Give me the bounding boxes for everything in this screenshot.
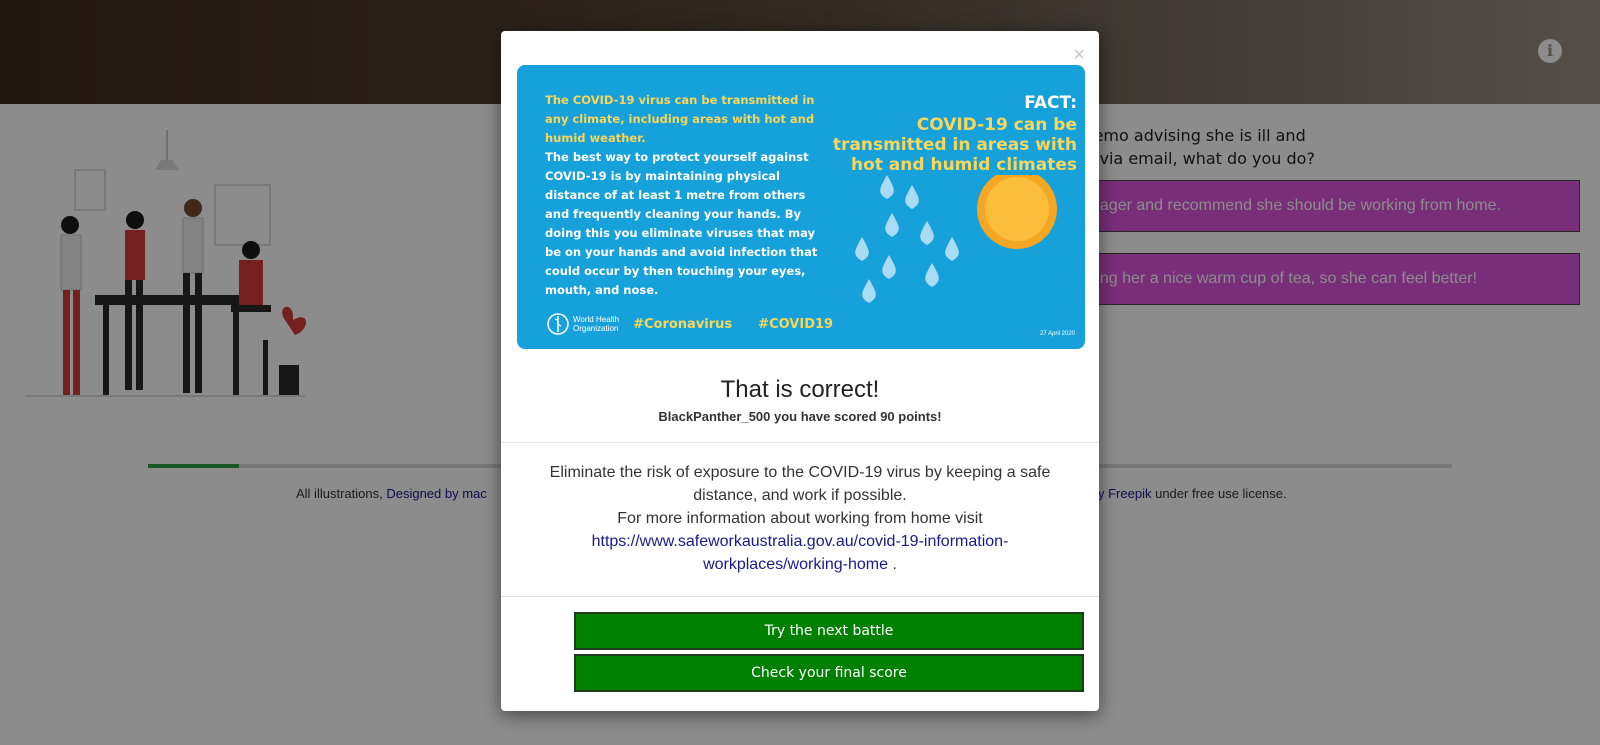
modal-divider-top [501, 442, 1099, 443]
who-name-line1: World Health [573, 315, 620, 324]
result-score: BlackPanther_500 you have scored 90 poin… [658, 409, 942, 424]
close-icon[interactable]: × [1073, 45, 1085, 65]
who-emblem-icon [547, 313, 569, 335]
poster-fact-headline: COVID-19 can be transmitted in areas wit… [832, 115, 1077, 175]
modal-message: Eliminate the risk of exposure to the CO… [531, 461, 1069, 576]
poster-text-yellow: The COVID-19 virus can be transmitted in… [545, 93, 815, 145]
poster-body: The COVID-19 virus can be transmitted in… [545, 91, 830, 300]
safework-link[interactable]: https://www.safeworkaustralia.gov.au/cov… [592, 533, 1009, 573]
modal-divider-bottom [501, 596, 1099, 597]
poster-hashtag-coronavirus: #Coronavirus [633, 316, 733, 332]
who-name-line2: Organization [573, 324, 619, 333]
raindrops-and-sun-icon [855, 175, 1057, 303]
result-modal: × The COVID-19 virus can be transmitted … [501, 31, 1099, 711]
message-line-2: For more information about working from … [617, 510, 983, 527]
message-line-1: Eliminate the risk of exposure to the CO… [549, 464, 1051, 504]
result-title: That is correct! [720, 376, 880, 403]
poster-footer: World Health Organization #Coronavirus #… [547, 313, 833, 335]
poster-date: 27 April 2020 [1039, 331, 1075, 337]
poster-fact-label: FACT: [1024, 93, 1077, 113]
who-logo: World Health Organization [547, 313, 619, 335]
final-score-button[interactable]: Check your final score [574, 654, 1084, 692]
who-fact-poster: The COVID-19 virus can be transmitted in… [517, 65, 1085, 349]
message-end: . [892, 556, 897, 573]
next-battle-button[interactable]: Try the next battle [574, 612, 1084, 650]
poster-text-white: The best way to protect yourself against… [545, 150, 818, 297]
poster-hashtag-covid19: #COVID19 [758, 316, 834, 332]
